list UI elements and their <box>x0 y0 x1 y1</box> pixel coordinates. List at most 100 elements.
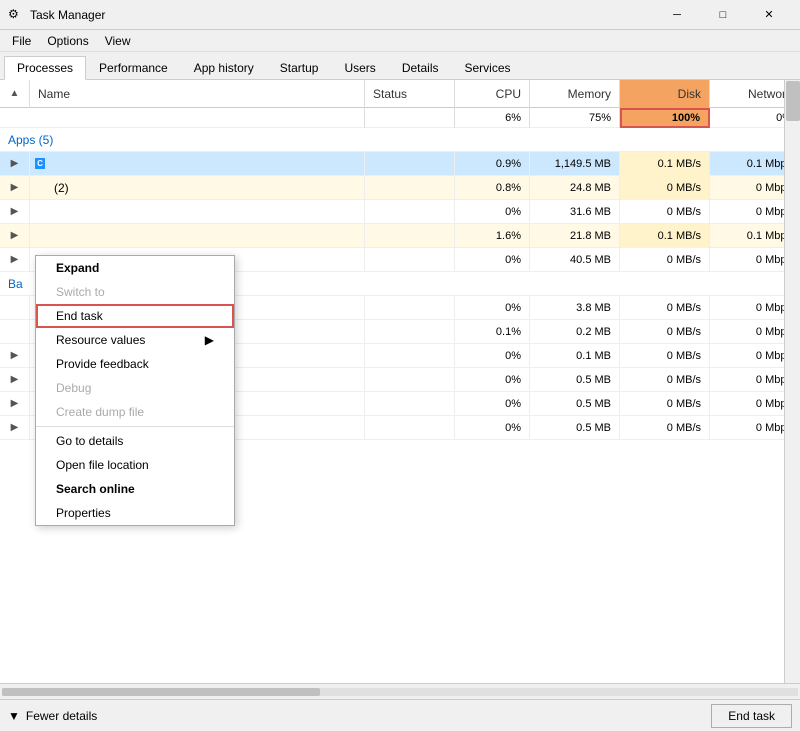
row-memory: 31.6 MB <box>530 200 620 224</box>
end-task-button[interactable]: End task <box>711 704 792 728</box>
expand-icon[interactable]: ▶ <box>0 344 30 368</box>
row-disk: 0 MB/s <box>620 416 710 440</box>
h-scrollbar[interactable] <box>0 683 800 699</box>
expand-icon[interactable]: ▶ <box>0 176 30 200</box>
ctx-properties[interactable]: Properties <box>36 501 234 525</box>
ctx-resource-values[interactable]: Resource values ▶ <box>36 328 234 352</box>
section-apps: Apps (5) <box>0 128 800 152</box>
row-memory: 21.8 MB <box>530 224 620 248</box>
column-header-row: ▲ Name Status CPU Memory Disk Network <box>0 80 800 108</box>
row-memory: 40.5 MB <box>530 248 620 272</box>
row-cpu: 0.8% <box>455 176 530 200</box>
fewer-details-button[interactable]: ▼ Fewer details <box>8 709 97 723</box>
row-disk: 0 MB/s <box>620 368 710 392</box>
col-header-memory[interactable]: Memory <box>530 80 620 108</box>
scrollbar-thumb[interactable] <box>786 81 800 121</box>
row-disk: 0.1 MB/s <box>620 224 710 248</box>
expand-icon[interactable]: ▶ <box>0 392 30 416</box>
tab-startup[interactable]: Startup <box>267 55 332 79</box>
ctx-expand[interactable]: Expand <box>36 256 234 280</box>
row-status <box>365 392 455 416</box>
row-icon <box>30 176 50 200</box>
expand-icon[interactable]: ▶ <box>0 152 30 176</box>
title-bar-text: Task Manager <box>30 8 654 22</box>
usage-row: 6% 75% 100% 0% <box>0 108 800 128</box>
menu-options[interactable]: Options <box>39 32 96 50</box>
app-icon: ⚙ <box>8 7 24 23</box>
title-bar-controls: ─ □ ✕ <box>654 0 792 30</box>
minimize-button[interactable]: ─ <box>654 0 700 30</box>
tab-bar: Processes Performance App history Startu… <box>0 52 800 80</box>
row-cpu: 0% <box>455 296 530 320</box>
main-wrapper: ▲ Name Status CPU Memory Disk Network 6%… <box>0 80 800 699</box>
expand-icon[interactable]: ▶ <box>0 248 30 272</box>
row-name: (2) <box>50 176 365 200</box>
table-row[interactable]: ▶ (2) 0.8% 24.8 MB 0 MB/s 0 Mbps <box>0 176 800 200</box>
row-status <box>365 224 455 248</box>
table-row[interactable]: ▶ 0% 31.6 MB 0 MB/s 0 Mbps <box>0 200 800 224</box>
row-memory: 0.5 MB <box>530 368 620 392</box>
row-memory: 0.5 MB <box>530 416 620 440</box>
ctx-debug: Debug <box>36 376 234 400</box>
row-status <box>365 344 455 368</box>
usage-cpu: 6% <box>455 108 530 128</box>
h-scrollbar-thumb[interactable] <box>2 688 320 696</box>
tab-users[interactable]: Users <box>331 55 388 79</box>
row-cpu: 1.6% <box>455 224 530 248</box>
ctx-search-online[interactable]: Search online <box>36 477 234 501</box>
tab-performance[interactable]: Performance <box>86 55 181 79</box>
col-header-disk[interactable]: Disk <box>620 80 710 108</box>
table-row[interactable]: ▶ 1.6% 21.8 MB 0.1 MB/s 0.1 Mbps <box>0 224 800 248</box>
row-cpu: 0% <box>455 416 530 440</box>
fewer-details-label: Fewer details <box>26 709 97 723</box>
close-button[interactable]: ✕ <box>746 0 792 30</box>
main-content: ▲ Name Status CPU Memory Disk Network 6%… <box>0 80 800 683</box>
row-status <box>365 248 455 272</box>
row-cpu: 0% <box>455 200 530 224</box>
row-name <box>50 200 365 224</box>
expand-icon[interactable]: ▶ <box>0 224 30 248</box>
expand-icon[interactable] <box>0 320 30 344</box>
scrollbar[interactable] <box>784 80 800 683</box>
h-scrollbar-track <box>2 688 798 696</box>
ctx-open-file[interactable]: Open file location <box>36 453 234 477</box>
sort-arrow: ▲ <box>0 80 30 108</box>
ctx-provide-feedback[interactable]: Provide feedback <box>36 352 234 376</box>
menu-view[interactable]: View <box>97 32 139 50</box>
col-header-name[interactable]: Name <box>30 80 365 108</box>
section-apps-label: Apps (5) <box>8 133 53 147</box>
row-status <box>365 200 455 224</box>
tab-processes[interactable]: Processes <box>4 56 86 80</box>
tab-details[interactable]: Details <box>389 55 452 79</box>
col-header-status[interactable]: Status <box>365 80 455 108</box>
row-status <box>365 152 455 176</box>
title-bar: ⚙ Task Manager ─ □ ✕ <box>0 0 800 30</box>
table-row[interactable]: ▶ C 0.9% 1,149.5 MB 0.1 MB/s 0.1 Mbps <box>0 152 800 176</box>
row-cpu: 0.9% <box>455 152 530 176</box>
row-status <box>365 368 455 392</box>
row-disk: 0 MB/s <box>620 296 710 320</box>
row-memory: 1,149.5 MB <box>530 152 620 176</box>
row-status <box>365 416 455 440</box>
row-cpu: 0% <box>455 392 530 416</box>
row-cpu: 0% <box>455 368 530 392</box>
expand-icon[interactable]: ▶ <box>0 368 30 392</box>
expand-icon[interactable] <box>0 296 30 320</box>
row-memory: 0.1 MB <box>530 344 620 368</box>
menu-file[interactable]: File <box>4 32 39 50</box>
row-memory: 24.8 MB <box>530 176 620 200</box>
row-status <box>365 320 455 344</box>
ctx-switch-to: Switch to <box>36 280 234 304</box>
tab-app-history[interactable]: App history <box>181 55 267 79</box>
usage-name-spacer <box>0 108 365 128</box>
maximize-button[interactable]: □ <box>700 0 746 30</box>
col-header-cpu[interactable]: CPU <box>455 80 530 108</box>
expand-icon[interactable]: ▶ <box>0 200 30 224</box>
row-memory: 0.5 MB <box>530 392 620 416</box>
expand-icon[interactable]: ▶ <box>0 416 30 440</box>
ctx-end-task[interactable]: End task <box>36 304 234 328</box>
ctx-go-to-details[interactable]: Go to details <box>36 429 234 453</box>
row-disk: 0 MB/s <box>620 320 710 344</box>
bottom-bar: ▼ Fewer details End task <box>0 699 800 731</box>
tab-services[interactable]: Services <box>452 55 524 79</box>
